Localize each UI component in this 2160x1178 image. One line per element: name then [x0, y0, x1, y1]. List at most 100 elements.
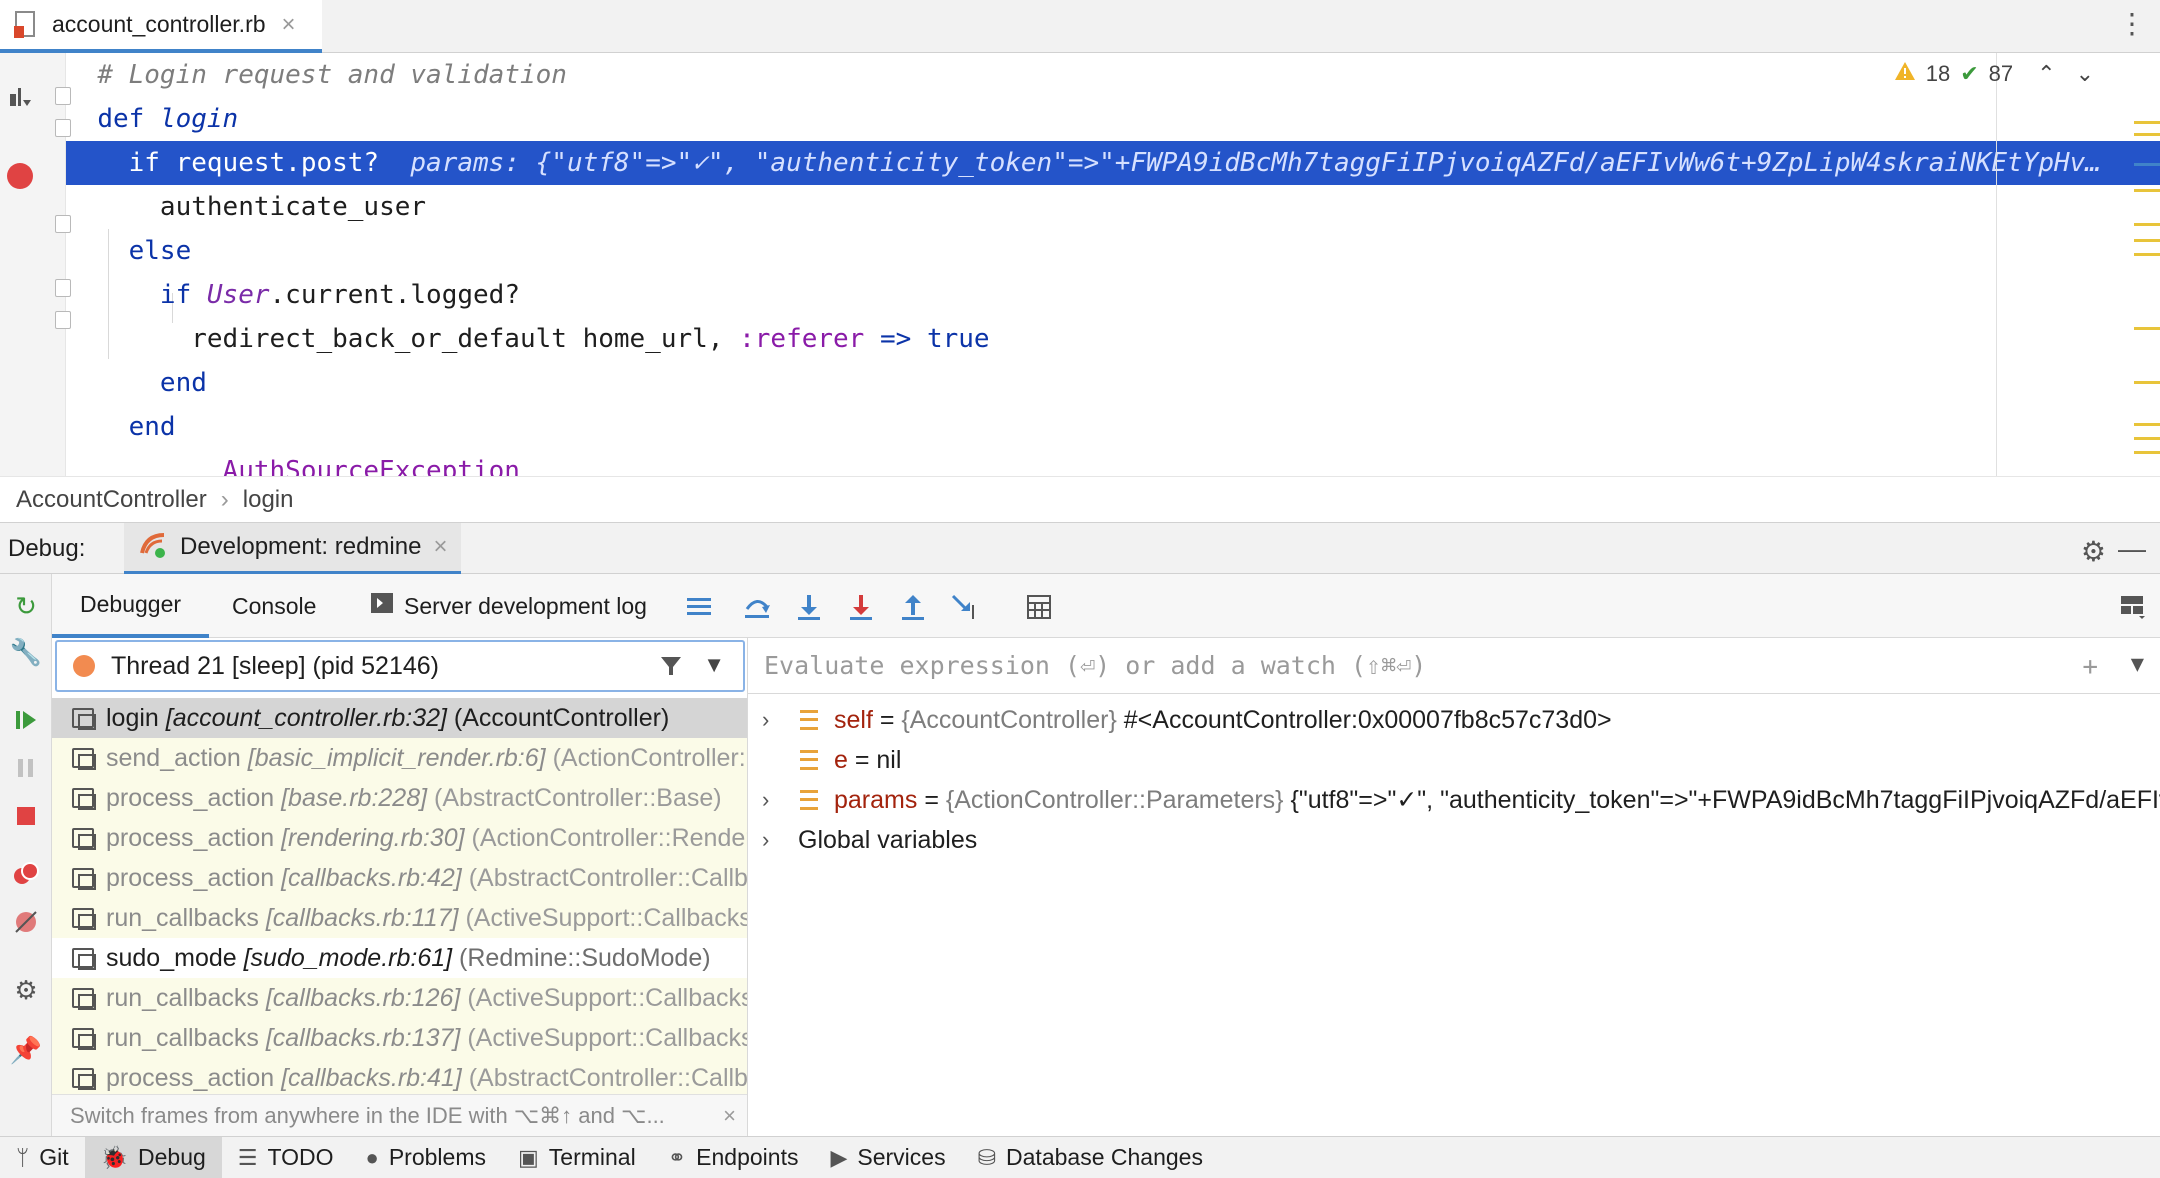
filter-icon[interactable]: [659, 654, 683, 685]
evaluate-expression-input[interactable]: Evaluate expression (⏎) or add a watch (…: [748, 638, 2160, 694]
terminal-tool-button[interactable]: ▣ Terminal: [502, 1137, 652, 1178]
error-stripe-mark[interactable]: [2134, 189, 2160, 192]
code-line-4: authenticate_user: [66, 185, 2160, 229]
services-tool-button[interactable]: ▶ Services: [814, 1137, 961, 1178]
show-execution-point-icon[interactable]: [684, 592, 714, 622]
terminal-icon: ▣: [518, 1144, 539, 1170]
debug-settings-icon[interactable]: ⚙: [10, 974, 42, 1006]
problems-tool-button[interactable]: ● Problems: [350, 1137, 502, 1178]
code-editor[interactable]: # Login request and validation def login…: [0, 53, 2160, 476]
error-stripe-mark[interactable]: [2134, 121, 2160, 124]
tab-server-log[interactable]: Server development log: [366, 574, 651, 638]
stack-frame[interactable]: run_callbacks [callbacks.rb:126] (Active…: [52, 978, 747, 1018]
database-changes-tool-button[interactable]: ⛁ Database Changes: [962, 1137, 1219, 1178]
wrench-icon[interactable]: 🔧: [10, 636, 42, 668]
stack-frame[interactable]: process_action [callbacks.rb:42] (Abstra…: [52, 858, 747, 898]
frame-owner: (ActiveSupport::Callbacks): [465, 904, 748, 932]
pin-tab-icon[interactable]: 📌: [10, 1034, 42, 1066]
error-stripe-mark[interactable]: [2134, 133, 2160, 136]
close-tab-icon[interactable]: ×: [282, 11, 296, 39]
force-step-into-icon[interactable]: [846, 592, 876, 622]
frame-icon: [72, 868, 96, 890]
debugger-toolbar: Debugger Console Server development log: [52, 574, 2160, 638]
step-into-icon[interactable]: [794, 592, 824, 622]
warning-count: 18: [1925, 61, 1951, 86]
frame-owner: (Redmine::SudoMode): [459, 944, 711, 972]
variable-row-params[interactable]: › params = {ActionController::Parameters…: [748, 780, 2160, 820]
error-stripe-mark[interactable]: [2134, 163, 2160, 166]
settings-gear-icon[interactable]: ⚙: [2081, 535, 2106, 568]
breadcrumb-method[interactable]: login: [243, 486, 294, 514]
frames-hint-text: Switch frames from anywhere in the IDE w…: [70, 1102, 665, 1128]
pause-icon[interactable]: [10, 752, 42, 784]
frame-owner: (AbstractController::Callbacks): [468, 1064, 748, 1092]
error-stripe-mark[interactable]: [2134, 437, 2160, 440]
evaluate-expression-icon[interactable]: [1024, 592, 1054, 622]
stack-frame[interactable]: run_callbacks [callbacks.rb:137] (Active…: [52, 1018, 747, 1058]
problems-icon: ●: [365, 1144, 379, 1170]
tool-window-bar: ᛘ Git 🐞 Debug ☰ TODO ● Problems ▣ Terminal ⚭ E…: [0, 1136, 2160, 1178]
class-name: User: [206, 280, 270, 310]
git-tool-button[interactable]: ᛘ Git: [0, 1137, 85, 1178]
stack-frame[interactable]: process_action [rendering.rb:30] (Action…: [52, 818, 747, 858]
variable-row-e[interactable]: e = nil: [748, 740, 2160, 780]
debug-session-tab[interactable]: Development: redmine ×: [124, 523, 462, 575]
frame-icon: [72, 708, 96, 730]
stack-frame[interactable]: process_action [callbacks.rb:41] (Abstra…: [52, 1058, 748, 1098]
debug-tool-button[interactable]: 🐞 Debug: [84, 1136, 222, 1178]
previous-highlight-icon[interactable]: ⌃: [2037, 61, 2055, 87]
inspection-widget[interactable]: 18 ✔ 87 ⌃ ⌄: [1894, 61, 2094, 87]
debug-side-toolbar: ↻ 🔧 ⚙ 📌: [0, 574, 52, 1136]
editor-gutter[interactable]: [0, 53, 71, 476]
stop-icon[interactable]: [10, 800, 42, 832]
error-stripe-mark[interactable]: [2134, 223, 2160, 226]
error-stripe-mark[interactable]: [2134, 381, 2160, 384]
variable-row-globals[interactable]: › Global variables: [748, 820, 2160, 860]
mute-breakpoints-icon[interactable]: [10, 906, 42, 938]
minimize-icon[interactable]: —: [2118, 533, 2146, 565]
stack-frame[interactable]: sudo_mode [sudo_mode.rb:61] (Redmine::Su…: [52, 938, 747, 978]
expand-arrow-icon[interactable]: ›: [762, 820, 782, 860]
todo-tool-button[interactable]: ☰ TODO: [222, 1137, 350, 1178]
variable-equals: =: [847, 746, 877, 774]
step-out-icon[interactable]: [898, 592, 928, 622]
rerun-icon[interactable]: ↻: [10, 590, 42, 622]
next-highlight-icon[interactable]: ⌄: [2076, 61, 2094, 87]
frame-method: process_action: [106, 784, 275, 812]
thread-selector[interactable]: Thread 21 [sleep] (pid 52146) ▼: [55, 640, 745, 692]
endpoints-icon: ⚭: [667, 1144, 687, 1170]
breakpoint-icon[interactable]: [7, 163, 33, 189]
error-stripe-mark[interactable]: [2134, 253, 2160, 256]
add-watch-icon[interactable]: +: [2082, 652, 2098, 682]
frame-location: [callbacks.rb:137]: [265, 1024, 461, 1052]
error-stripe-mark[interactable]: [2134, 423, 2160, 426]
variable-row-self[interactable]: › self = {AccountController} #<AccountCo…: [748, 700, 2160, 740]
tab-console[interactable]: Console: [218, 574, 330, 638]
stack-frame[interactable]: run_callbacks [callbacks.rb:117] (Active…: [52, 898, 748, 938]
stack-frame[interactable]: process_action [base.rb:228] (AbstractCo…: [52, 778, 747, 818]
expand-arrow-icon[interactable]: ›: [762, 700, 782, 740]
view-breakpoints-icon[interactable]: [10, 858, 42, 890]
error-stripe-mark[interactable]: [2134, 327, 2160, 330]
code-area[interactable]: # Login request and validation def login…: [66, 53, 2160, 476]
frame-location: [callbacks.rb:126]: [265, 984, 461, 1012]
chevron-down-icon[interactable]: ▼: [703, 652, 725, 678]
chevron-down-icon[interactable]: ▼: [2131, 652, 2144, 677]
breadcrumb-class[interactable]: AccountController: [16, 486, 207, 514]
error-stripe-mark[interactable]: [2134, 239, 2160, 242]
layout-settings-icon[interactable]: [2118, 592, 2148, 622]
more-options-icon[interactable]: ⋮: [2118, 10, 2146, 38]
step-over-icon[interactable]: [742, 592, 772, 622]
expand-arrow-icon[interactable]: ›: [762, 780, 782, 820]
run-to-cursor-icon[interactable]: [950, 592, 980, 622]
close-hint-icon[interactable]: ×: [723, 1103, 736, 1129]
endpoints-tool-button[interactable]: ⚭ Endpoints: [652, 1137, 815, 1178]
resume-icon[interactable]: [10, 704, 42, 736]
stack-frame[interactable]: login [account_controller.rb:32] (Accoun…: [52, 698, 747, 738]
stack-frame[interactable]: send_action [basic_implicit_render.rb:6]…: [52, 738, 747, 778]
thread-label: Thread 21 [sleep] (pid 52146): [111, 651, 439, 680]
editor-tab-account-controller[interactable]: account_controller.rb ×: [0, 0, 322, 53]
tab-debugger[interactable]: Debugger: [52, 574, 210, 638]
error-stripe-mark[interactable]: [2134, 451, 2160, 454]
close-session-icon[interactable]: ×: [433, 533, 447, 561]
